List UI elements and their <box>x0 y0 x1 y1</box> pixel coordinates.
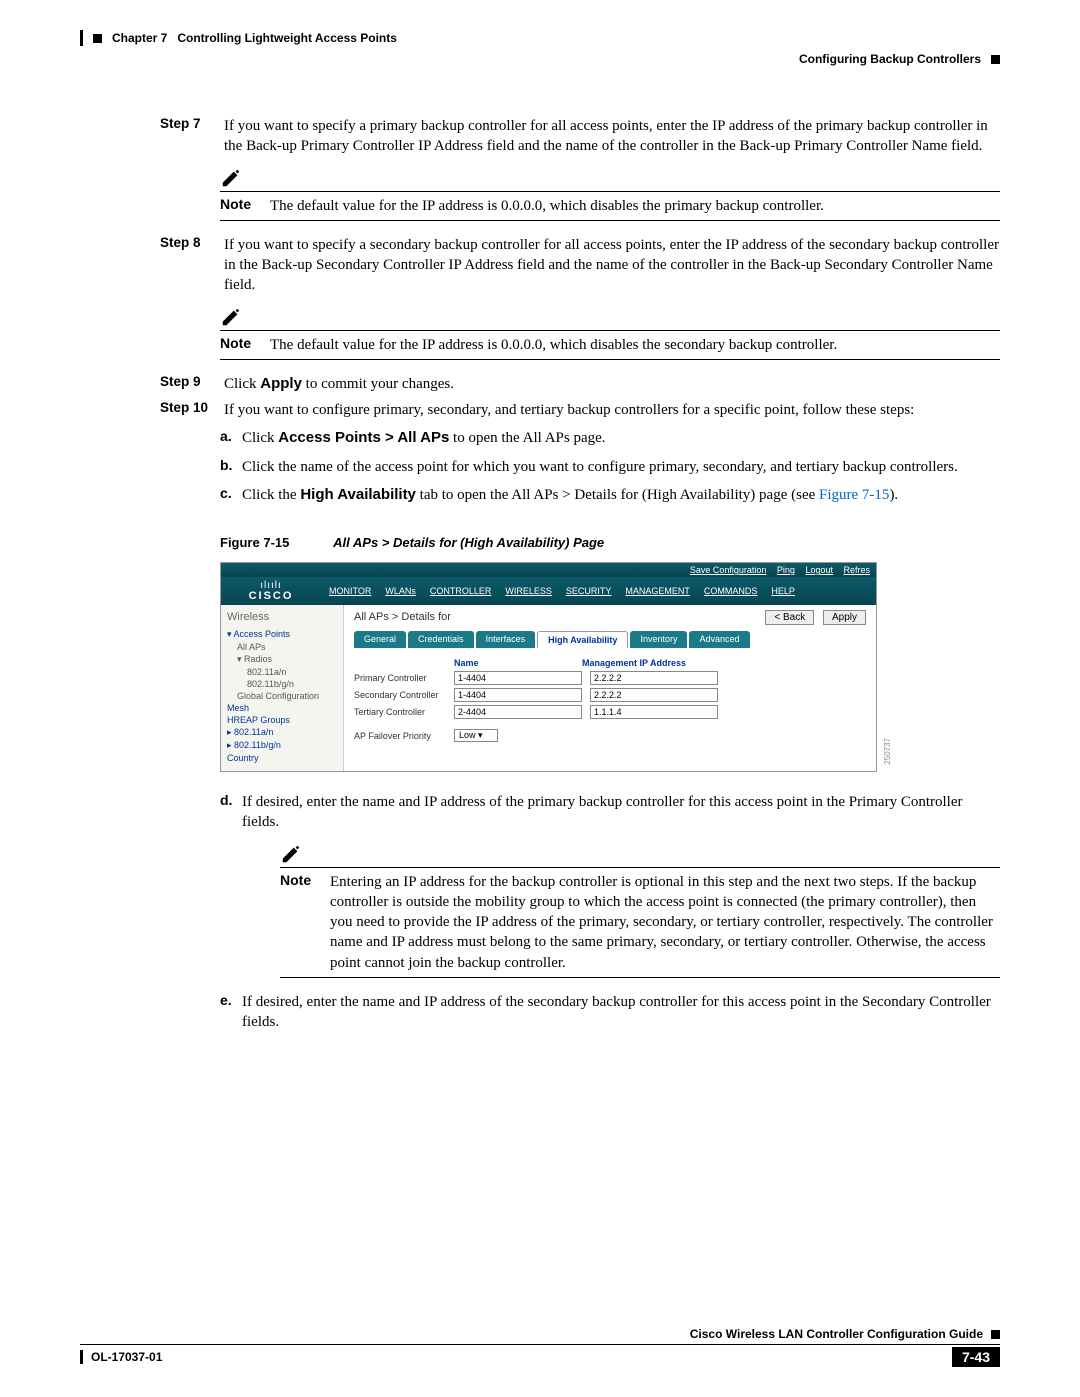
tab-inventory[interactable]: Inventory <box>630 631 687 648</box>
substep-b-letter: b. <box>220 457 242 477</box>
screenshot-figure: Save Configuration Ping Logout Refres ıl… <box>220 562 877 772</box>
figure-caption: All APs > Details for (High Availability… <box>333 535 604 550</box>
substep-c-letter: c. <box>220 485 242 505</box>
header-block <box>93 34 102 43</box>
sidebar-80211an[interactable]: 802.11a/n <box>247 667 337 677</box>
substep-b-text: Click the name of the access point for w… <box>242 457 1000 477</box>
ss-logout[interactable]: Logout <box>805 565 833 575</box>
menu-help[interactable]: HELP <box>771 586 795 596</box>
tab-advanced[interactable]: Advanced <box>689 631 749 648</box>
failover-label: AP Failover Priority <box>354 731 454 741</box>
chapter-title: Controlling Lightweight Access Points <box>177 31 397 45</box>
step8-text: If you want to specify a secondary backu… <box>224 235 1000 296</box>
pencil-icon <box>280 843 302 865</box>
substep-c-text: Click the High Availability tab to open … <box>242 485 1000 505</box>
apply-button[interactable]: Apply <box>823 610 866 625</box>
substep-d-note-text: Entering an IP address for the backup co… <box>330 872 1000 973</box>
ss-topbar: Save Configuration Ping Logout Refres <box>221 563 876 577</box>
cisco-logo: ılıılı CISCO <box>221 581 321 602</box>
sidebar-radios[interactable]: ▾ Radios <box>237 654 337 665</box>
substep-d-letter: d. <box>220 792 242 833</box>
page-number: 7-43 <box>952 1347 1000 1367</box>
header-sub-block <box>991 55 1000 64</box>
figure-watermark: 250737 <box>883 738 892 765</box>
sidebar-global-config[interactable]: Global Configuration <box>237 691 337 701</box>
sidebar-80211an-2[interactable]: ▸ 802.11a/n <box>227 727 337 738</box>
substep-e-text: If desired, enter the name and IP addres… <box>242 992 1000 1033</box>
header-top: Chapter 7 Controlling Lightweight Access… <box>80 30 1000 46</box>
menu-wlans[interactable]: WLANs <box>385 586 416 596</box>
primary-ip-input[interactable]: 2.2.2.2 <box>590 671 718 685</box>
primary-name-input[interactable]: 1-4404 <box>454 671 582 685</box>
substep-d-note-label: Note <box>280 872 330 973</box>
back-button[interactable]: < Back <box>765 610 814 625</box>
tertiary-name-input[interactable]: 2-4404 <box>454 705 582 719</box>
sidebar-title: Wireless <box>227 611 337 623</box>
step9-text: Click Apply to commit your changes. <box>224 374 1000 394</box>
tab-interfaces[interactable]: Interfaces <box>476 631 536 648</box>
primary-label: Primary Controller <box>354 673 454 683</box>
step7-note-label: Note <box>220 196 270 216</box>
figure-link[interactable]: Figure 7-15 <box>819 487 889 503</box>
menu-management[interactable]: MANAGEMENT <box>625 586 690 596</box>
step7-text: If you want to specify a primary backup … <box>224 116 1000 157</box>
secondary-ip-input[interactable]: 2.2.2.2 <box>590 688 718 702</box>
sidebar-80211bgn-2[interactable]: ▸ 802.11b/g/n <box>227 740 337 751</box>
menu-security[interactable]: SECURITY <box>566 586 612 596</box>
menu-commands[interactable]: COMMANDS <box>704 586 758 596</box>
menu-controller[interactable]: CONTROLLER <box>430 586 492 596</box>
failover-select[interactable]: Low ▾ <box>454 729 498 742</box>
step10-text: If you want to configure primary, second… <box>224 400 1000 420</box>
footer-docnum: OL-17037-01 <box>91 1350 162 1364</box>
ss-sidebar: Wireless ▾ Access Points All APs ▾ Radio… <box>221 605 344 771</box>
col-ip: Management IP Address <box>582 658 686 668</box>
pencil-icon <box>220 306 242 328</box>
sidebar-country[interactable]: Country <box>227 753 337 763</box>
sidebar-80211bgn[interactable]: 802.11b/g/n <box>247 679 337 689</box>
header-bar <box>80 30 83 46</box>
pencil-icon <box>220 167 242 189</box>
sidebar-all-aps[interactable]: All APs <box>237 642 337 652</box>
ss-save-config[interactable]: Save Configuration <box>690 565 767 575</box>
sidebar-access-points[interactable]: ▾ Access Points <box>227 629 337 640</box>
step8-note-text: The default value for the IP address is … <box>270 335 1000 355</box>
sidebar-mesh[interactable]: Mesh <box>227 703 337 713</box>
footer-bar <box>80 1350 83 1364</box>
figure-label: Figure 7-15 <box>220 535 330 550</box>
step7-label: Step 7 <box>160 116 224 157</box>
step8-label: Step 8 <box>160 235 224 296</box>
section-title: Configuring Backup Controllers <box>799 52 981 66</box>
sidebar-hreap[interactable]: HREAP Groups <box>227 715 337 725</box>
ss-ping[interactable]: Ping <box>777 565 795 575</box>
ss-main-menu: MONITOR WLANs CONTROLLER WIRELESS SECURI… <box>321 586 795 596</box>
ss-page-title: All APs > Details for <box>354 611 451 623</box>
substep-d-text: If desired, enter the name and IP addres… <box>242 792 1000 833</box>
substep-e-letter: e. <box>220 992 242 1033</box>
header-sub: Configuring Backup Controllers <box>80 52 1000 66</box>
tertiary-ip-input[interactable]: 1.1.1.4 <box>590 705 718 719</box>
step10-label: Step 10 <box>160 400 224 420</box>
tertiary-label: Tertiary Controller <box>354 707 454 717</box>
secondary-label: Secondary Controller <box>354 690 454 700</box>
footer-guide: Cisco Wireless LAN Controller Configurat… <box>690 1327 983 1341</box>
tab-credentials[interactable]: Credentials <box>408 631 474 648</box>
secondary-name-input[interactable]: 1-4404 <box>454 688 582 702</box>
footer-block <box>991 1330 1000 1339</box>
substep-a-text: Click Access Points > All APs to open th… <box>242 428 1000 448</box>
step8-note-label: Note <box>220 335 270 355</box>
chapter-label: Chapter 7 <box>112 31 167 45</box>
tab-general[interactable]: General <box>354 631 406 648</box>
col-name: Name <box>454 658 582 668</box>
ss-refresh[interactable]: Refres <box>843 565 870 575</box>
step9-label: Step 9 <box>160 374 224 394</box>
tab-high-availability[interactable]: High Availability <box>537 631 628 648</box>
substep-a-letter: a. <box>220 428 242 448</box>
step7-note-text: The default value for the IP address is … <box>270 196 1000 216</box>
menu-monitor[interactable]: MONITOR <box>329 586 371 596</box>
menu-wireless[interactable]: WIRELESS <box>505 586 552 596</box>
